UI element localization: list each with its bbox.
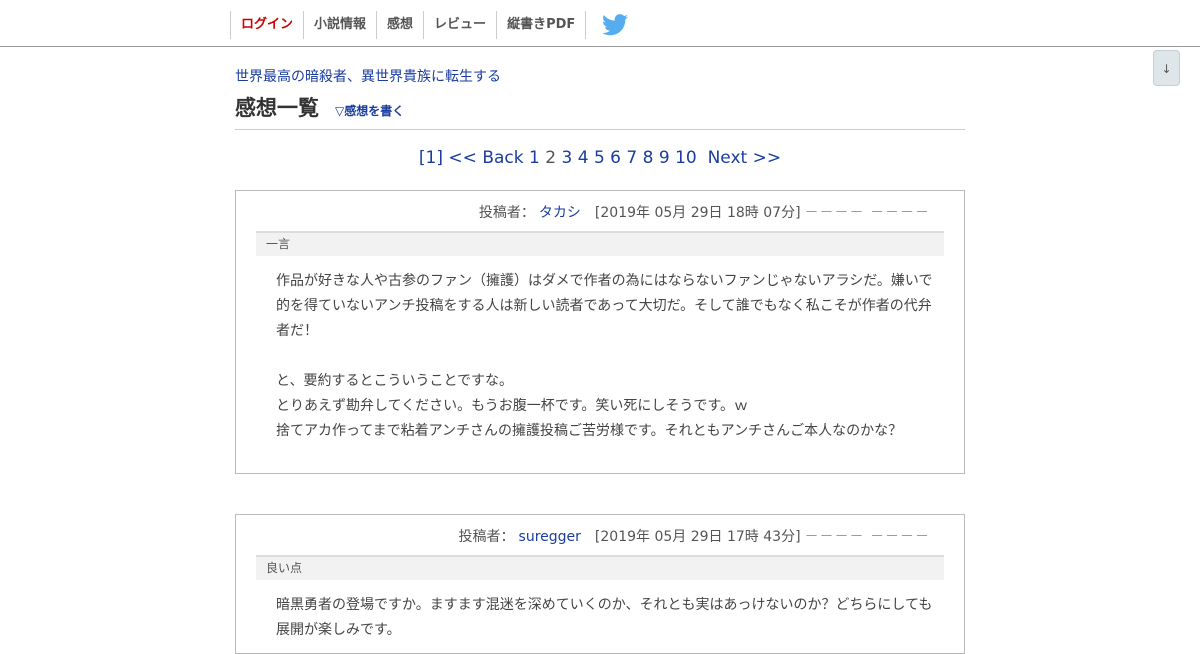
review-meta: 投稿者： suregger [2019年 05月 29日 17時 43分] －－－－ … — [236, 515, 964, 546]
author-label: 投稿者： — [478, 205, 535, 221]
novel-title-link[interactable]: 世界最高の暗殺者、異世界貴族に転生する — [235, 68, 501, 86]
review-paragraph: とりあえず勘弁してください。もうお腹一杯です。笑い死にしそうです。ｗ — [276, 398, 748, 414]
pager-page-9[interactable]: 9 — [659, 148, 670, 168]
review-paragraph: と、要約するとこういうことですな。 — [276, 373, 514, 389]
review-dashes: －－－－ －－－－ — [804, 529, 930, 545]
review-body: 作品が好きな人や古参のファン（擁護）はダメで作者の為にはならないファンじゃないア… — [236, 256, 964, 444]
write-impression-link[interactable]: ▽感想を書く — [335, 102, 404, 119]
review-dashes: －－－－ －－－－ — [804, 205, 930, 221]
pager-page-10[interactable]: 10 — [675, 148, 697, 168]
review-item: 投稿者： suregger [2019年 05月 29日 17時 43分] －－－－ … — [235, 514, 965, 654]
review-paragraph: 作品が好きな人や古参のファン（擁護）はダメで作者の為にはならないファンじゃないア… — [276, 273, 933, 339]
review-body: 暗黒勇者の登場ですか。ますます混迷を深めていくのか、それとも実はあっけないのか？… — [236, 580, 964, 643]
review-section-label: 一言 — [256, 231, 944, 256]
twitter-icon — [602, 14, 629, 36]
review-date: [2019年 05月 29日 18時 07分] — [594, 205, 801, 221]
review-section-label: 良い点 — [256, 555, 944, 580]
twitter-share-button[interactable] — [586, 11, 644, 39]
pager-page-5[interactable]: 5 — [594, 148, 605, 168]
pager-page-4[interactable]: 4 — [578, 148, 589, 168]
review-meta: 投稿者： タカシ [2019年 05月 29日 18時 07分] －－－－ －－－－ — [236, 191, 964, 222]
nav-novel-info[interactable]: 小説情報 — [303, 11, 376, 39]
pager-page-2: 2 — [545, 148, 557, 168]
review-date: [2019年 05月 29日 17時 43分] — [594, 529, 801, 545]
pager-next[interactable]: Next >> — [708, 148, 782, 168]
review-paragraph: 暗黒勇者の登場ですか。ますます混迷を深めていくのか、それとも実はあっけないのか？… — [276, 597, 933, 638]
heading-row: 感想一覧 ▽感想を書く — [235, 95, 965, 130]
pager-page-3[interactable]: 3 — [561, 148, 572, 168]
top-nav: ログイン 小説情報 感想 レビュー 縦書きPDF — [0, 0, 1200, 47]
pager-back[interactable]: << Back — [448, 148, 523, 168]
author-label: 投稿者： — [458, 529, 515, 545]
review-item: 投稿者： タカシ [2019年 05月 29日 18時 07分] －－－－ －－－－ … — [235, 190, 965, 474]
nav-vertical-pdf[interactable]: 縦書きPDF — [496, 11, 587, 39]
author-link[interactable]: suregger — [519, 529, 581, 545]
pagination: [1] << Back 1 2 3 4 5 6 7 8 9 10 Next >> — [235, 147, 965, 169]
pager-page-1[interactable]: 1 — [529, 148, 540, 168]
pager-page-6[interactable]: 6 — [610, 148, 621, 168]
pager-current: [1] — [418, 148, 444, 168]
page-title: 感想一覧 — [235, 96, 319, 120]
main-content: 世界最高の暗殺者、異世界貴族に転生する 感想一覧 ▽感想を書く [1] << B… — [235, 47, 965, 654]
author-link[interactable]: タカシ — [539, 205, 581, 221]
nav-login[interactable]: ログイン — [230, 11, 303, 39]
scroll-down-button[interactable]: ↓ — [1153, 50, 1180, 86]
nav-menu: ログイン 小説情報 感想 レビュー 縦書きPDF — [230, 11, 644, 39]
nav-reviews[interactable]: レビュー — [423, 11, 496, 39]
review-paragraph: 捨てアカ作ってまで粘着アンチさんの擁護投稿ご苦労様です。それともアンチさんご本人… — [276, 423, 903, 439]
pager-page-7[interactable]: 7 — [626, 148, 637, 168]
pager-page-8[interactable]: 8 — [643, 148, 654, 168]
nav-impressions[interactable]: 感想 — [376, 11, 423, 39]
